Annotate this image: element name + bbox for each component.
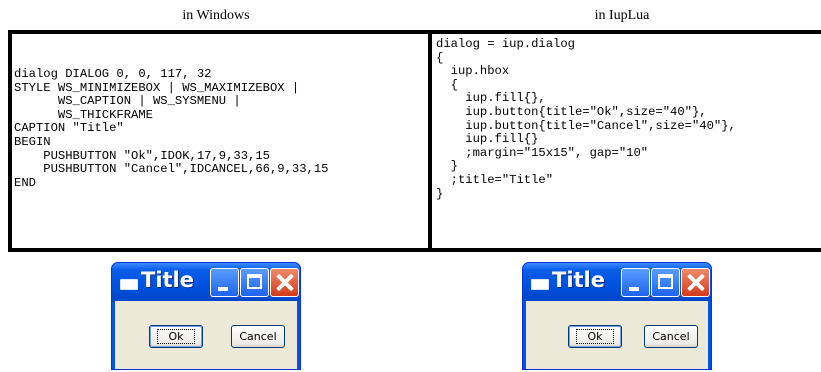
ok-button[interactable]: Ok [568,325,622,348]
close-icon[interactable] [270,268,299,297]
minimize-icon[interactable] [621,268,650,297]
maximize-icon[interactable] [651,268,680,297]
iuplua-code: dialog = iup.dialog { iup.hbox { iup.fil… [436,37,736,201]
ok-button-label: Ok [157,329,195,344]
ok-button[interactable]: Ok [149,325,203,348]
minimize-icon[interactable] [210,268,239,297]
iuplua-dialog-window: Title Ok Cancel [522,262,712,370]
windows-dialog-window: Title Ok Cancel [111,262,301,370]
heading-iuplua: in IupLua [594,8,650,23]
dialog-client-area: Ok Cancel [526,301,708,369]
heading-windows: in Windows [182,8,250,23]
windows-code-box: dialog DIALOG 0, 0, 117, 32 STYLE WS_MIN… [8,30,432,252]
window-icon[interactable] [120,279,138,290]
cancel-button[interactable]: Cancel [644,325,698,348]
window-icon[interactable] [531,279,549,290]
cancel-button[interactable]: Cancel [231,325,285,348]
dialog-client-area: Ok Cancel [115,301,297,369]
window-title: Title [141,268,195,292]
maximize-icon[interactable] [240,268,269,297]
iuplua-code-box: dialog = iup.dialog { iup.hbox { iup.fil… [428,30,821,252]
title-bar[interactable]: Title [112,263,300,301]
close-icon[interactable] [681,268,710,297]
window-title: Title [552,268,606,292]
ok-button-label: Ok [576,329,614,344]
windows-rc-code: dialog DIALOG 0, 0, 117, 32 STYLE WS_MIN… [14,67,329,190]
title-bar[interactable]: Title [523,263,711,301]
